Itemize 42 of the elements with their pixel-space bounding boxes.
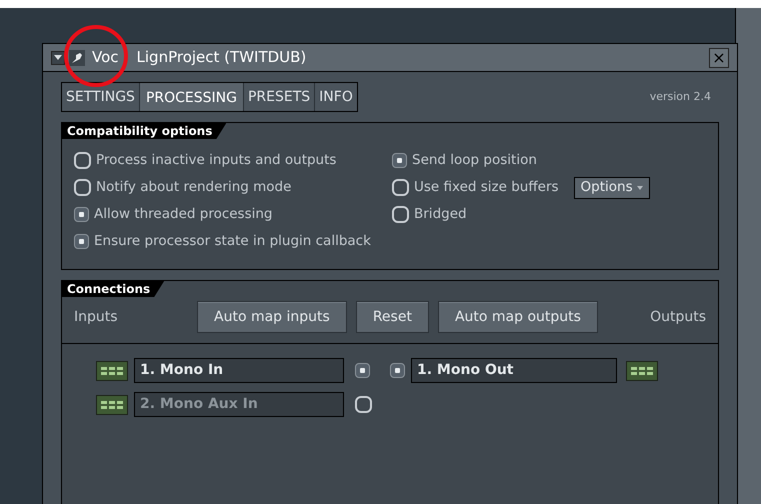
options-dropdown[interactable]: Options (574, 176, 650, 198)
checked-radio[interactable] (74, 207, 89, 222)
checked-radio[interactable] (355, 363, 370, 378)
map-button[interactable]: Auto map inputs (197, 301, 347, 333)
option-label: Bridged (414, 205, 467, 224)
caret-icon (54, 55, 62, 60)
section-title: Compatibility options (62, 123, 226, 139)
meter-icon (626, 360, 658, 380)
unchecked-radio[interactable] (392, 206, 409, 223)
outputs-label: Outputs (650, 308, 706, 326)
close-button[interactable]: × (709, 48, 729, 68)
annotation-circle (62, 23, 130, 89)
option-label: Process inactive inputs and outputs (96, 151, 336, 170)
version-label: version 2.4 (650, 88, 712, 105)
plug-icon[interactable] (69, 50, 85, 66)
unchecked-radio[interactable] (74, 152, 91, 169)
window-title: Voc (92, 47, 119, 68)
dropdown-button[interactable] (51, 50, 65, 64)
checked-radio[interactable] (74, 234, 89, 249)
tab[interactable]: INFO (315, 83, 357, 111)
section-title: Connections (62, 281, 164, 297)
option-label: Notify about rendering mode (96, 178, 292, 198)
checked-radio[interactable] (390, 363, 405, 378)
input-name-field[interactable]: 1. Mono In (134, 358, 344, 383)
tab[interactable]: SETTINGS (62, 83, 139, 111)
tab[interactable]: PRESETS (244, 83, 314, 111)
output-name-field[interactable]: 1. Mono Out (411, 358, 617, 383)
caret-icon (636, 186, 643, 190)
checked-radio[interactable] (392, 153, 407, 168)
unchecked-radio[interactable] (392, 179, 409, 196)
unchecked-radio[interactable] (74, 179, 91, 196)
option-label: Use fixed size buffers (414, 178, 559, 198)
option-label: Ensure processor state in plugin callback (94, 232, 371, 252)
window-title: LignProject (TWITDUB) (136, 47, 306, 68)
map-button[interactable]: Auto map outputs (438, 301, 598, 333)
option-label: Allow threaded processing (94, 205, 272, 224)
inputs-label: Inputs (74, 308, 119, 326)
meter-icon (96, 360, 128, 380)
option-label: Send loop position (412, 151, 537, 170)
map-button[interactable]: Reset (356, 301, 429, 333)
tab[interactable]: PROCESSING (140, 83, 243, 111)
meter-icon (96, 394, 128, 414)
